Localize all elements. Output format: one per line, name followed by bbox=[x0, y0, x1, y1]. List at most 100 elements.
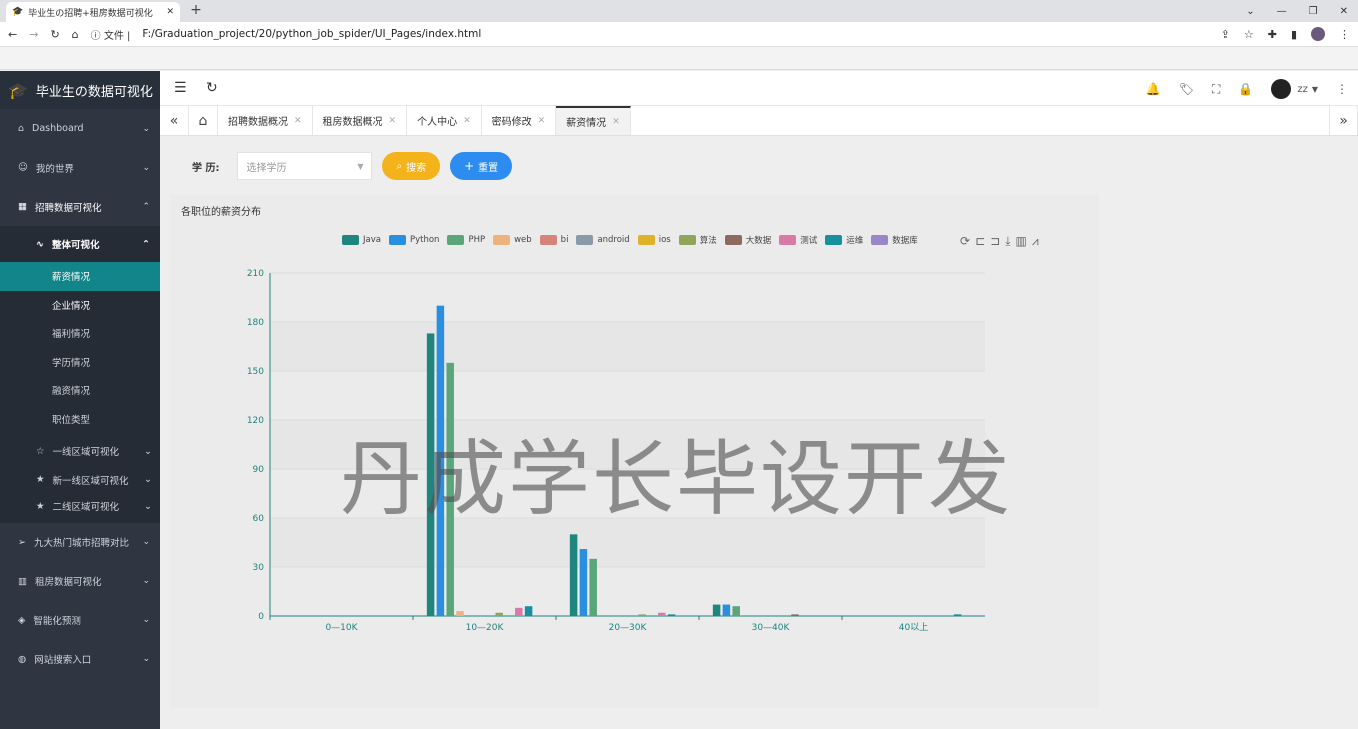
sidebar-sub-item-financing[interactable]: 融资情况 bbox=[0, 376, 160, 405]
restore-icon[interactable]: ❐ bbox=[1309, 6, 1318, 17]
sidebar-sub-item-company[interactable]: 企业情况 bbox=[0, 291, 160, 320]
legend-item[interactable]: 数据库 bbox=[871, 234, 918, 246]
browser-tab-title: 毕业生の招聘+租房数据可视化 bbox=[28, 8, 153, 19]
search-icon: ⌕ bbox=[396, 160, 403, 172]
legend-item[interactable]: PHP bbox=[447, 235, 485, 245]
legend-item[interactable]: bi bbox=[539, 235, 568, 245]
star-half-icon: ★ bbox=[36, 474, 45, 486]
legend-swatch bbox=[637, 235, 655, 245]
url-input[interactable]: F:/Graduation_project/20/python_job_spid… bbox=[142, 28, 481, 40]
sidebar-item-recruit-viz[interactable]: ▦ 招聘数据可视化 ⌃ bbox=[0, 187, 160, 226]
refresh-icon[interactable]: ↻ bbox=[206, 80, 218, 96]
sidebar-item-city-compare[interactable]: ➢ 九大热门城市招聘对比 ⌄ bbox=[0, 523, 160, 562]
tab-password[interactable]: 密码修改 ✕ bbox=[482, 106, 557, 135]
sidebar-sub-item-education[interactable]: 学历情况 bbox=[0, 348, 160, 377]
lock-icon[interactable]: 🔒 bbox=[1238, 82, 1253, 96]
home-tab-icon[interactable]: ⌂ bbox=[189, 106, 218, 135]
extension-icon[interactable]: ✚ bbox=[1268, 28, 1277, 41]
grid-band bbox=[270, 567, 985, 616]
new-tab-button[interactable]: + bbox=[188, 1, 204, 19]
close-icon[interactable]: ✕ bbox=[389, 116, 397, 126]
caret-down-icon[interactable]: ▼ bbox=[1312, 85, 1318, 94]
sidebar-sub-item-salary[interactable]: 薪资情况 bbox=[0, 262, 160, 291]
sidebar-group-overall[interactable]: ∿ 整体可视化 ⌃ bbox=[0, 226, 160, 262]
sidebar-region-tier1[interactable]: ☆ 一线区域可视化 ⌄ bbox=[0, 437, 160, 466]
legend-item[interactable]: Python bbox=[388, 235, 439, 245]
chevron-down-icon: ⌄ bbox=[142, 576, 150, 586]
sidebar-sub-item-welfare[interactable]: 福利情况 bbox=[0, 319, 160, 348]
restore-icon[interactable]: ⟳ bbox=[960, 234, 970, 249]
sidebar-region-new-tier1[interactable]: ★ 新一线区域可视化 ⌄ bbox=[0, 466, 160, 495]
legend-item[interactable]: android bbox=[576, 235, 630, 245]
forward-icon[interactable]: → bbox=[29, 28, 38, 41]
zoom-reset-icon[interactable]: ⊐ bbox=[990, 234, 1000, 249]
tab-label: 薪资情况 bbox=[566, 118, 607, 129]
search-button[interactable]: ⌕ 搜索 bbox=[382, 152, 441, 180]
chevron-down-icon: ⌄ bbox=[142, 615, 150, 625]
legend-label: 测试 bbox=[800, 236, 818, 246]
legend-swatch bbox=[493, 235, 511, 245]
reload-icon[interactable]: ↻ bbox=[50, 28, 59, 41]
tag-icon[interactable]: 🏷 bbox=[1179, 82, 1194, 96]
tab-salary[interactable]: 薪资情况 ✕ bbox=[556, 106, 631, 135]
info-icon[interactable]: ⓘ 文件 | bbox=[91, 27, 131, 42]
legend-item[interactable]: ios bbox=[637, 235, 671, 245]
close-icon[interactable]: ✕ bbox=[166, 7, 174, 17]
sidepanel-icon[interactable]: ▮ bbox=[1291, 28, 1297, 41]
bell-icon[interactable]: 🔔 bbox=[1146, 82, 1161, 96]
sidebar-item-my-world[interactable]: ☺ 我的世界 ⌄ bbox=[0, 148, 160, 187]
zoom-icon[interactable]: ⊏ bbox=[975, 234, 985, 249]
education-select[interactable]: 选择学历 ▼ bbox=[237, 152, 373, 180]
menu-collapse-icon[interactable]: ☰ bbox=[174, 80, 187, 96]
sidebar-item-rent-viz[interactable]: ▥ 租房数据可视化 ⌄ bbox=[0, 562, 160, 601]
sidebar-item-prediction[interactable]: ◈ 智能化预测 ⌄ bbox=[0, 601, 160, 640]
legend-swatch bbox=[342, 235, 359, 245]
tab-recruit-overview[interactable]: 招聘数据概况 ✕ bbox=[218, 106, 313, 135]
sidebar-region-tier2[interactable]: ★ 二线区域可视化 ⌄ bbox=[0, 494, 160, 523]
minimize-icon[interactable]: — bbox=[1277, 6, 1287, 17]
tabs-scroll-left-icon[interactable]: « bbox=[160, 106, 189, 135]
user-name[interactable]: zz bbox=[1297, 84, 1308, 95]
download-icon[interactable]: ⤓ bbox=[1005, 234, 1010, 249]
legend-item[interactable]: web bbox=[493, 235, 532, 245]
reset-button[interactable]: + 重置 bbox=[450, 152, 513, 180]
share-icon[interactable]: ⇪ bbox=[1221, 28, 1230, 41]
legend-item[interactable]: 大数据 bbox=[724, 234, 771, 246]
line-chart-icon[interactable]: ⩘ bbox=[1032, 234, 1039, 249]
legend-item[interactable]: 算法 bbox=[678, 234, 717, 246]
chevron-down-icon[interactable]: ⌄ bbox=[1246, 6, 1254, 17]
bar-chart-icon[interactable]: ▥ bbox=[1016, 234, 1027, 249]
user-avatar[interactable] bbox=[1271, 79, 1292, 99]
profile-icon[interactable] bbox=[1311, 27, 1325, 41]
home-icon[interactable]: ⌂ bbox=[72, 28, 79, 41]
browser-tab[interactable]: 🎓 毕业生の招聘+租房数据可视化 ✕ bbox=[6, 2, 180, 22]
sidebar-item-label: 新一线区域可视化 bbox=[52, 475, 129, 487]
sidebar-item-dashboard[interactable]: ⌂ Dashboard ⌄ bbox=[0, 109, 160, 148]
legend-item[interactable]: Java bbox=[342, 235, 381, 245]
sidebar-logo[interactable]: 🎓 毕业生の数据可视化 bbox=[0, 71, 160, 109]
legend-item[interactable]: 测试 bbox=[779, 234, 817, 246]
close-icon[interactable]: ✕ bbox=[294, 116, 302, 126]
more-icon[interactable]: ⋮ bbox=[1336, 82, 1348, 96]
y-tick-label: 30 bbox=[253, 563, 265, 573]
sidebar-sub-item-job-type[interactable]: 职位类型 bbox=[0, 405, 160, 434]
chevron-up-icon: ⌃ bbox=[142, 238, 150, 250]
fullscreen-icon[interactable]: ⛶ bbox=[1212, 82, 1220, 97]
tabs-scroll-right-icon[interactable]: » bbox=[1329, 106, 1358, 135]
chevron-up-icon: ⌃ bbox=[142, 201, 150, 212]
calendar-icon: ▦ bbox=[18, 201, 27, 212]
tab-rent-overview[interactable]: 租房数据概况 ✕ bbox=[313, 106, 408, 135]
more-icon[interactable]: ⋮ bbox=[1339, 28, 1350, 41]
legend-label: android bbox=[597, 235, 630, 245]
sidebar-item-search-portal[interactable]: ◍ 网站搜索入口 ⌄ bbox=[0, 640, 160, 679]
close-icon[interactable]: ✕ bbox=[538, 116, 546, 126]
y-tick-label: 210 bbox=[247, 269, 264, 279]
tab-profile[interactable]: 个人中心 ✕ bbox=[407, 106, 482, 135]
star-icon[interactable]: ☆ bbox=[1244, 28, 1254, 41]
close-icon[interactable]: ✕ bbox=[612, 117, 620, 127]
legend-item[interactable]: 运维 bbox=[825, 234, 863, 246]
close-window-icon[interactable]: ✕ bbox=[1340, 6, 1348, 17]
back-icon[interactable]: ← bbox=[8, 28, 17, 41]
search-button-label: 搜索 bbox=[406, 162, 427, 174]
close-icon[interactable]: ✕ bbox=[463, 116, 471, 126]
